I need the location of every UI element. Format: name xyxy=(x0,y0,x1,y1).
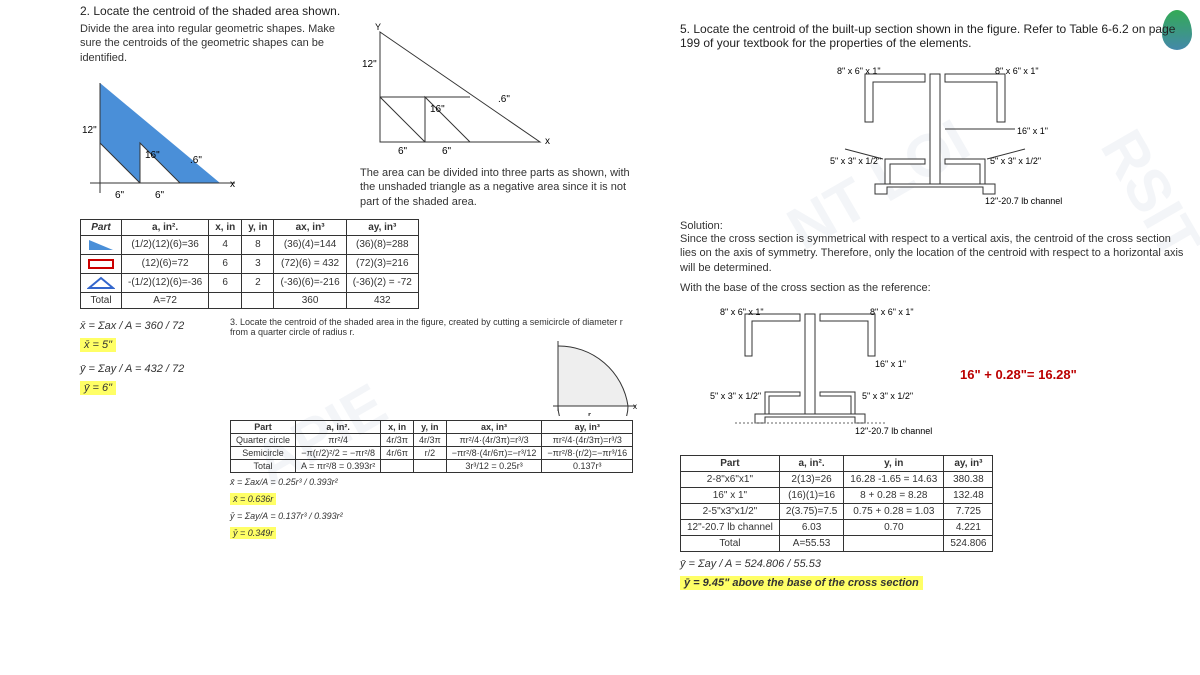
svg-text:6": 6" xyxy=(398,146,408,157)
problem3-title: 3. Locate the centroid of the shaded are… xyxy=(230,317,640,337)
solution-p2: With the base of the cross section as th… xyxy=(680,281,1190,295)
svg-text:x: x xyxy=(633,402,637,411)
svg-text:16" x 1": 16" x 1" xyxy=(875,359,906,369)
svg-text:.6": .6" xyxy=(498,94,510,105)
svg-text:.6": .6" xyxy=(190,155,202,166)
total-height-dim: 16" + 0.28"= 16.28" xyxy=(960,367,1077,382)
svg-text:6": 6" xyxy=(442,146,452,157)
p2-xbar-eq: x̄ = Σax / A = 360 / 72 xyxy=(80,320,200,332)
svg-text:16": 16" xyxy=(145,150,160,161)
problem2-parts-diagram: Y 12" 16" .6" 6" 6" x xyxy=(360,22,560,162)
problem5-table: Parta, in².y, inay, in³ 2-8"x6"x1"2(13)=… xyxy=(680,455,993,552)
problem5-section-diagram: 8" x 6" x 1" 8" x 6" x 1" 16" x 1" 5" x … xyxy=(785,54,1085,214)
svg-text:8" x 6" x 1": 8" x 6" x 1" xyxy=(837,66,881,76)
problem3-diagram: r x xyxy=(550,341,640,416)
svg-text:8" x 6" x 1": 8" x 6" x 1" xyxy=(720,307,764,317)
problem2-parts-note: The area can be divided into three parts… xyxy=(360,166,640,209)
svg-text:Y: Y xyxy=(375,22,381,32)
svg-text:16" x 1": 16" x 1" xyxy=(1017,126,1048,136)
problem5-title: 5. Locate the centroid of the built-up s… xyxy=(680,22,1190,50)
p3-ybar-eq: ȳ = Σay/A = 0.137r³ / 0.393r² xyxy=(230,511,640,521)
problem2-title: 2. Locate the centroid of the shaded are… xyxy=(80,4,640,18)
solution-heading: Solution: xyxy=(680,220,1190,232)
p3-xbar-eq: x̄ = Σax/A = 0.25r³ / 0.393r² xyxy=(230,477,640,487)
problem3-table: Parta, in².x, iny, inax, in³ay, in³ Quar… xyxy=(230,420,633,473)
svg-text:x: x xyxy=(545,136,550,147)
problem2-shape-diagram: 12" 16" 6" 6" .6" x xyxy=(80,73,240,203)
svg-text:5" x 3" x 1/2": 5" x 3" x 1/2" xyxy=(862,391,913,401)
svg-text:6": 6" xyxy=(155,190,165,201)
svg-text:x: x xyxy=(230,179,235,190)
p5-ybar-result: ȳ = 9.45" above the base of the cross se… xyxy=(680,576,923,590)
problem2-table: Part a, in². x, in y, in ax, in³ ay, in³… xyxy=(80,219,419,309)
svg-text:8" x 6" x 1": 8" x 6" x 1" xyxy=(995,66,1039,76)
problem5-reference-diagram: 8" x 6" x 1" 8" x 6" x 1" 16" x 1" 5" x … xyxy=(680,299,950,449)
svg-text:5" x 3" x 1/2": 5" x 3" x 1/2" xyxy=(830,156,881,166)
p3-ybar-result: ȳ = 0.349r xyxy=(230,527,276,539)
solution-p1: Since the cross section is symmetrical w… xyxy=(680,232,1190,275)
p2-ybar-eq: ȳ = Σay / A = 432 / 72 xyxy=(80,363,200,375)
svg-text:5" x 3" x 1/2": 5" x 3" x 1/2" xyxy=(990,156,1041,166)
svg-text:12"-20.7 lb channel: 12"-20.7 lb channel xyxy=(855,426,932,436)
p2-xbar-result: x̄ = 5" xyxy=(80,338,116,352)
problem2-instructions: Divide the area into regular geometric s… xyxy=(80,22,340,65)
svg-text:6": 6" xyxy=(115,190,125,201)
p5-ybar-eq: ȳ = Σay / A = 524.806 / 55.53 xyxy=(680,558,1190,570)
p2-ybar-result: ȳ = 6" xyxy=(80,381,116,395)
svg-text:5" x 3" x 1/2": 5" x 3" x 1/2" xyxy=(710,391,761,401)
svg-text:12": 12" xyxy=(82,125,97,136)
svg-text:16": 16" xyxy=(430,104,445,115)
svg-text:12": 12" xyxy=(362,59,377,70)
p3-xbar-result: x̄ = 0.636r xyxy=(230,493,276,505)
svg-text:r: r xyxy=(588,410,591,416)
svg-text:12"-20.7 lb channel: 12"-20.7 lb channel xyxy=(985,196,1062,206)
svg-text:8" x 6" x 1": 8" x 6" x 1" xyxy=(870,307,914,317)
